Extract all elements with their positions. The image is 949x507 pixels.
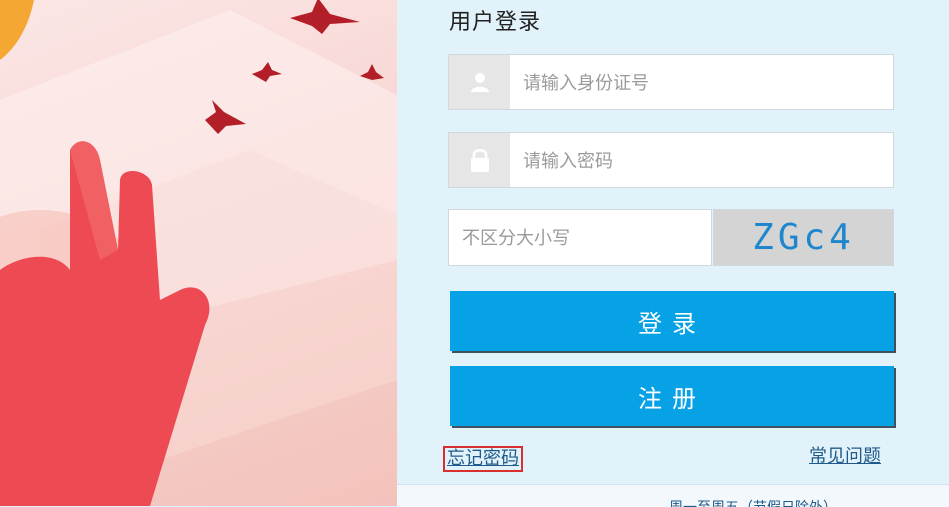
- captcha-image[interactable]: ZGc4: [713, 209, 894, 266]
- register-button[interactable]: 注册: [450, 366, 894, 426]
- forgot-password-link[interactable]: 忘记密码: [443, 446, 523, 472]
- captcha-input[interactable]: [460, 210, 704, 267]
- lock-icon: [449, 133, 510, 187]
- login-title: 用户登录: [449, 10, 542, 35]
- id-number-field: [448, 54, 894, 111]
- bottom-notice-strip: 周一至周五（节假日除外）: [397, 484, 949, 507]
- captcha-field: [448, 209, 712, 267]
- user-icon: [449, 55, 510, 109]
- password-input[interactable]: [521, 133, 885, 189]
- id-number-input[interactable]: [521, 55, 885, 111]
- login-button[interactable]: 登录: [450, 291, 894, 351]
- password-field: [448, 132, 894, 189]
- left-banner: [0, 0, 397, 506]
- faq-link[interactable]: 常见问题: [809, 446, 881, 468]
- banner-illustration: [0, 0, 397, 506]
